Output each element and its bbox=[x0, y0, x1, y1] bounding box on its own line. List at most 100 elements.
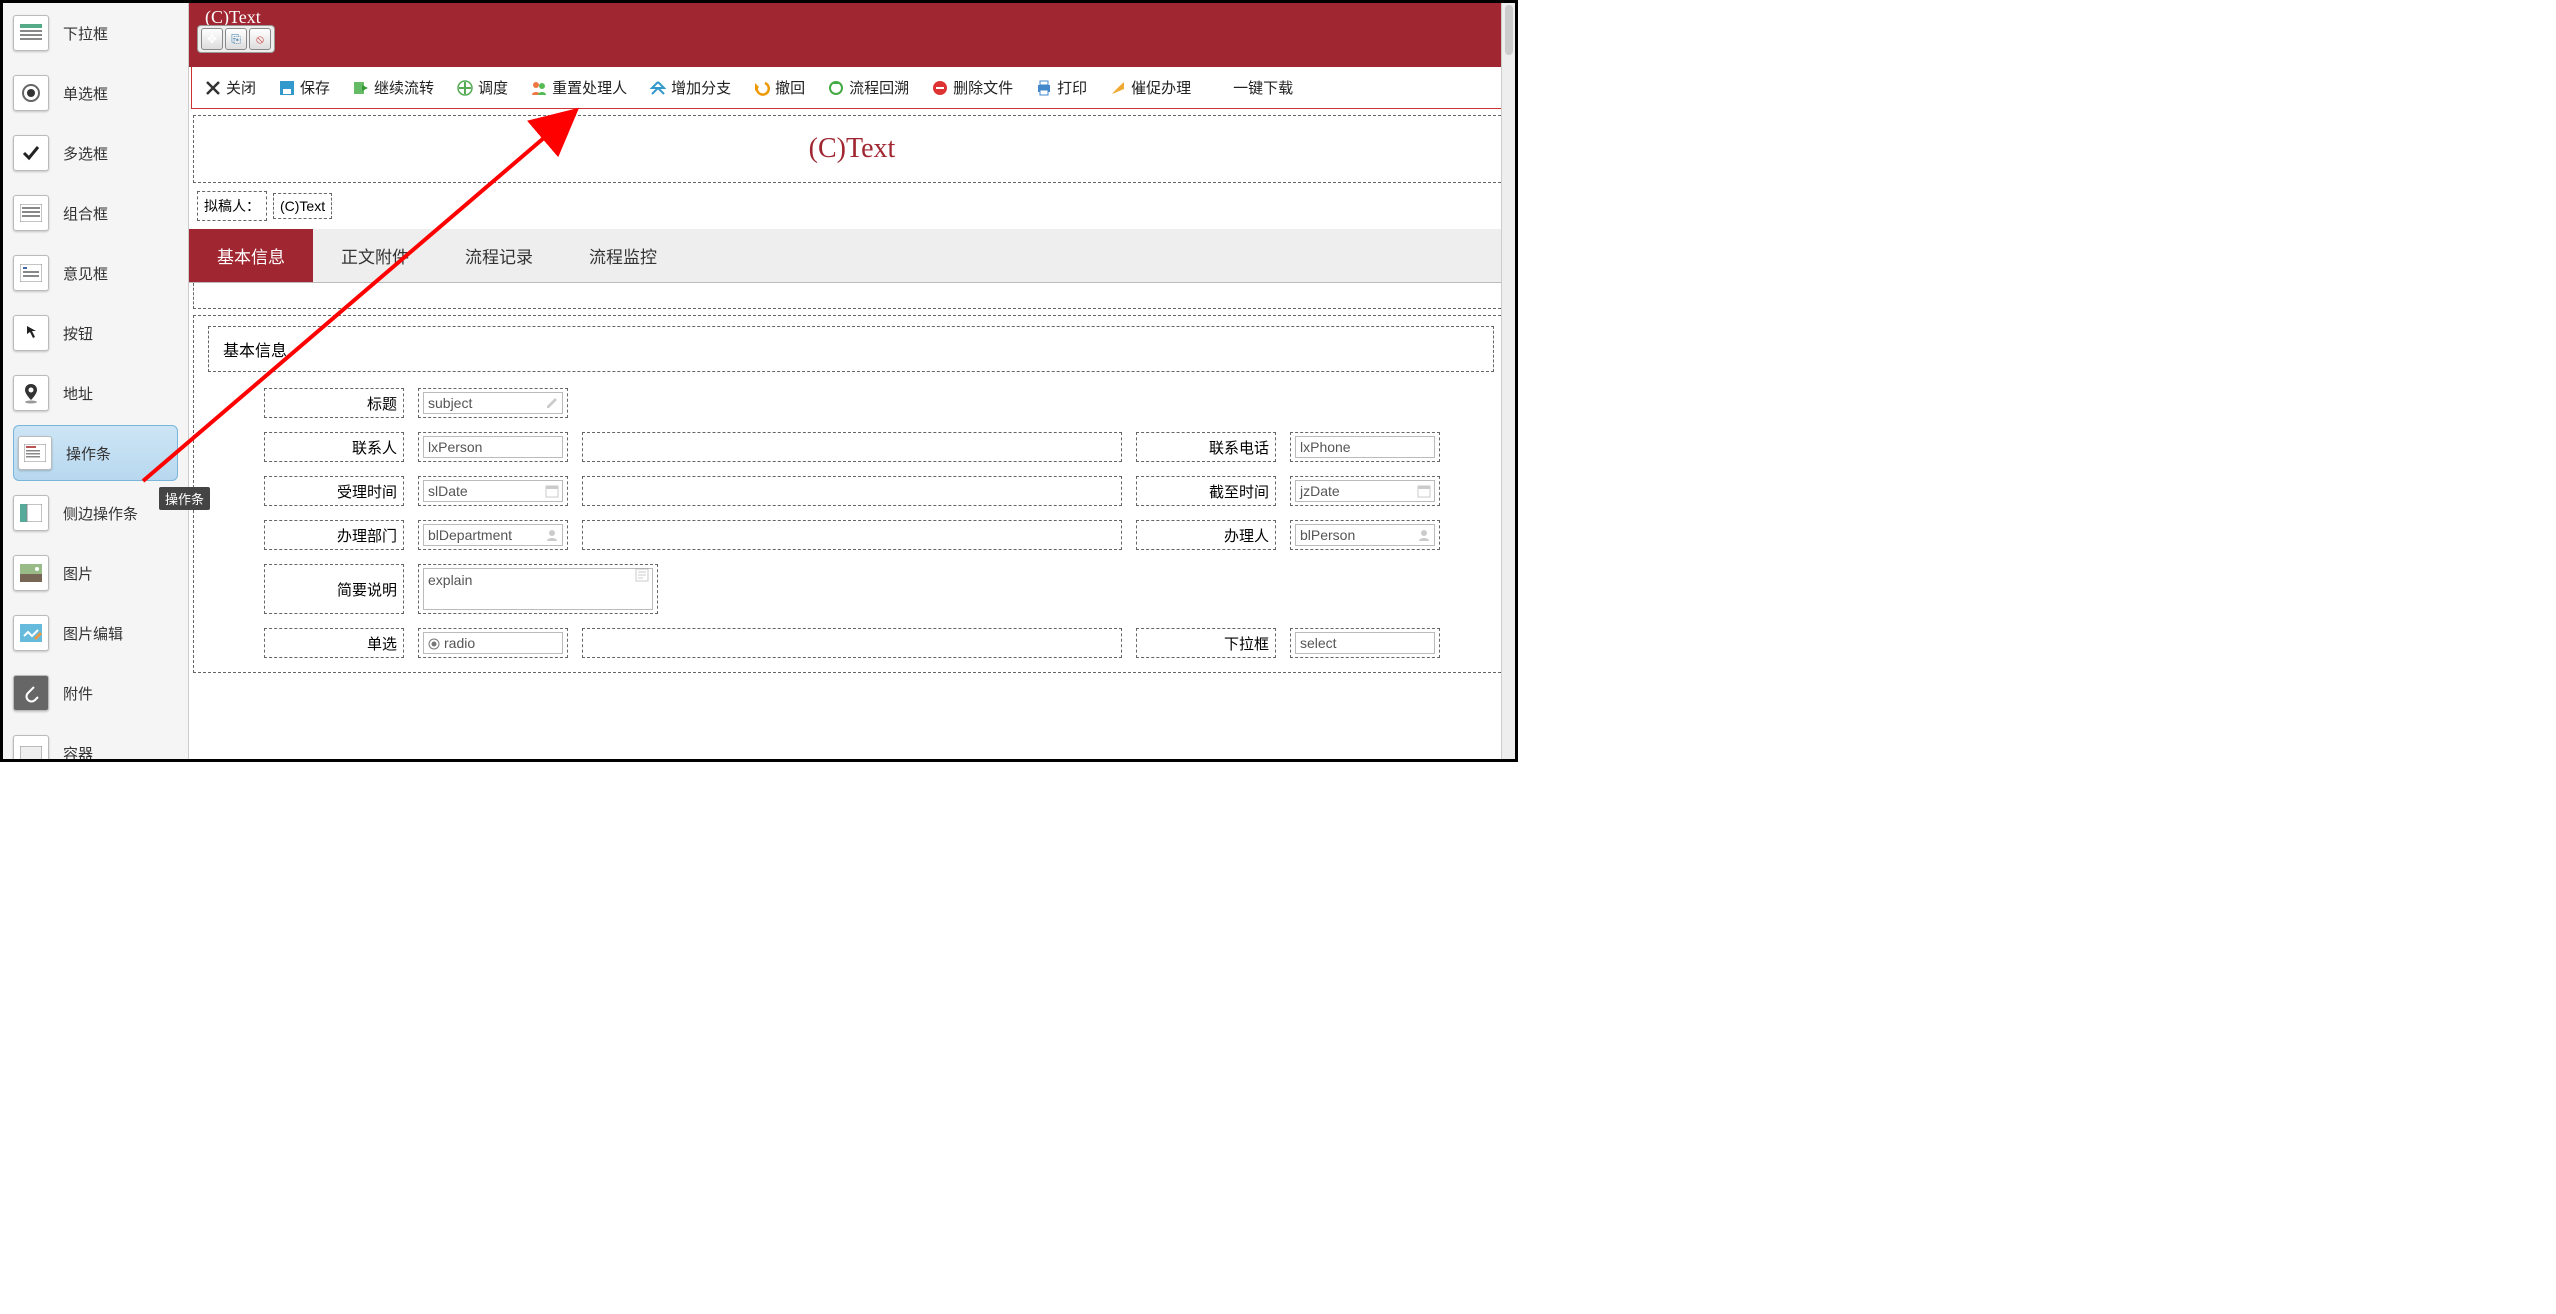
sidebar-item-dropdown[interactable]: 下拉框 bbox=[3, 3, 188, 63]
recall-icon bbox=[753, 79, 771, 97]
sidebar-label: 下拉框 bbox=[63, 23, 108, 44]
field-jzdate[interactable]: jzDate bbox=[1290, 476, 1440, 506]
author-value[interactable]: (C)Text bbox=[273, 193, 332, 219]
field-sldate[interactable]: slDate bbox=[418, 476, 568, 506]
author-row: 拟稿人： (C)Text bbox=[193, 187, 1511, 225]
field-subject[interactable]: subject bbox=[418, 388, 568, 418]
image-icon bbox=[13, 555, 49, 591]
component-palette-sidebar[interactable]: 下拉框 单选框 多选框 组合框 意见框 按钮 地址 操作条 bbox=[3, 3, 189, 759]
tab-basic-info[interactable]: 基本信息 bbox=[189, 229, 313, 282]
delete-file-button[interactable]: 删除文件 bbox=[931, 77, 1013, 98]
field-lxperson[interactable]: lxPerson bbox=[418, 432, 568, 462]
sidebar-label: 组合框 bbox=[63, 203, 108, 224]
container-icon bbox=[13, 735, 49, 759]
retrace-button[interactable]: 流程回溯 bbox=[827, 77, 909, 98]
reset-handler-icon bbox=[530, 79, 548, 97]
reset-handler-button[interactable]: 重置处理人 bbox=[530, 77, 627, 98]
calendar-icon bbox=[1417, 484, 1431, 498]
sidebar-label: 图片编辑 bbox=[63, 623, 123, 644]
sidebar-item-combo[interactable]: 组合框 bbox=[3, 183, 188, 243]
person-icon bbox=[545, 528, 559, 542]
sidebar-label: 图片 bbox=[63, 563, 93, 584]
sidebar-item-image[interactable]: 图片 bbox=[3, 543, 188, 603]
grid-spacer bbox=[582, 628, 1122, 658]
label-blperson: 办理人 bbox=[1136, 520, 1276, 550]
vertical-scrollbar[interactable] bbox=[1501, 3, 1515, 759]
label-lxphone: 联系电话 bbox=[1136, 432, 1276, 462]
checkbox-icon bbox=[13, 135, 49, 171]
delete-file-icon bbox=[931, 79, 949, 97]
calendar-icon bbox=[545, 484, 559, 498]
tabs: 基本信息 正文附件 流程记录 流程监控 bbox=[189, 229, 1515, 283]
address-icon bbox=[13, 375, 49, 411]
sidebar-label: 单选框 bbox=[63, 83, 108, 104]
save-icon bbox=[278, 79, 296, 97]
field-lxphone[interactable]: lxPhone bbox=[1290, 432, 1440, 462]
sidebar-label: 操作条 bbox=[66, 443, 111, 464]
title-text: (C)Text bbox=[809, 133, 896, 165]
close-icon bbox=[204, 79, 222, 97]
label-lxperson: 联系人 bbox=[264, 432, 404, 462]
label-select: 下拉框 bbox=[1136, 628, 1276, 658]
close-button[interactable]: 关闭 bbox=[204, 77, 256, 98]
action-toolbar: 关闭 保存 继续流转 调度 重置处理人 增加分支 撤回 流程回溯 删除文件 打印… bbox=[191, 67, 1513, 109]
element-mini-toolbar[interactable]: ✥ ⎘ ⦸ bbox=[197, 25, 275, 53]
dropdown-icon bbox=[13, 15, 49, 51]
tab-band-placeholder bbox=[193, 283, 1511, 309]
sidebar-item-opinion[interactable]: 意见框 bbox=[3, 243, 188, 303]
download-all-button[interactable]: 一键下载 bbox=[1233, 77, 1293, 98]
print-icon bbox=[1035, 79, 1053, 97]
field-blperson[interactable]: blPerson bbox=[1290, 520, 1440, 550]
sidebar-tooltip: 操作条 bbox=[159, 487, 210, 510]
button-icon bbox=[13, 315, 49, 351]
sidebar-item-container[interactable]: 容器 bbox=[3, 723, 188, 759]
attachment-icon bbox=[13, 675, 49, 711]
combo-icon bbox=[13, 195, 49, 231]
add-branch-button[interactable]: 增加分支 bbox=[649, 77, 731, 98]
title-placeholder[interactable]: (C)Text bbox=[193, 115, 1511, 183]
field-explain[interactable]: explain bbox=[418, 564, 658, 614]
sidebar-label: 意见框 bbox=[63, 263, 108, 284]
sidebar-item-checkbox[interactable]: 多选框 bbox=[3, 123, 188, 183]
radio-icon bbox=[13, 75, 49, 111]
label-subject: 标题 bbox=[264, 388, 404, 418]
print-button[interactable]: 打印 bbox=[1035, 77, 1087, 98]
textarea-icon bbox=[635, 568, 649, 582]
label-radio: 单选 bbox=[264, 628, 404, 658]
main-canvas: (C)Text ✥ ⎘ ⦸ 关闭 保存 继续流转 调度 重置处理人 增加分支 撤… bbox=[189, 3, 1515, 759]
copy-icon[interactable]: ⎘ bbox=[225, 28, 247, 50]
author-label: 拟稿人： bbox=[197, 191, 267, 221]
urge-icon bbox=[1109, 79, 1127, 97]
sidebar-item-image-edit[interactable]: 图片编辑 bbox=[3, 603, 188, 663]
field-radio[interactable]: radio bbox=[418, 628, 568, 658]
sidebar-item-address[interactable]: 地址 bbox=[3, 363, 188, 423]
red-header-bar: (C)Text ✥ ⎘ ⦸ bbox=[189, 3, 1515, 67]
tab-flow-monitor[interactable]: 流程监控 bbox=[561, 229, 685, 282]
grid-spacer bbox=[582, 432, 1122, 462]
delete-icon[interactable]: ⦸ bbox=[249, 28, 271, 50]
fieldset-basic-info: 基本信息 标题 subject 联系人 lxPerson 联系电话 lxPho bbox=[193, 315, 1511, 673]
move-icon[interactable]: ✥ bbox=[201, 28, 223, 50]
continue-button[interactable]: 继续流转 bbox=[352, 77, 434, 98]
label-jzdate: 截至时间 bbox=[1136, 476, 1276, 506]
dispatch-button[interactable]: 调度 bbox=[456, 77, 508, 98]
sidebar-label: 容器 bbox=[63, 743, 93, 760]
opinion-icon bbox=[13, 255, 49, 291]
field-bldept[interactable]: blDepartment bbox=[418, 520, 568, 550]
sidebar-item-attachment[interactable]: 附件 bbox=[3, 663, 188, 723]
sidebar-label: 地址 bbox=[63, 383, 93, 404]
tab-body-attach[interactable]: 正文附件 bbox=[313, 229, 437, 282]
tab-flow-record[interactable]: 流程记录 bbox=[437, 229, 561, 282]
recall-button[interactable]: 撤回 bbox=[753, 77, 805, 98]
urge-button[interactable]: 催促办理 bbox=[1109, 77, 1191, 98]
label-sldate: 受理时间 bbox=[264, 476, 404, 506]
sidebar-item-actionbar[interactable]: 操作条 bbox=[13, 425, 178, 481]
sidebar-item-button[interactable]: 按钮 bbox=[3, 303, 188, 363]
label-bldept: 办理部门 bbox=[264, 520, 404, 550]
sidebar-item-radio[interactable]: 单选框 bbox=[3, 63, 188, 123]
grid-spacer bbox=[582, 476, 1122, 506]
sidebar-label: 多选框 bbox=[63, 143, 108, 164]
field-select[interactable]: select bbox=[1290, 628, 1440, 658]
save-button[interactable]: 保存 bbox=[278, 77, 330, 98]
form-grid: 标题 subject 联系人 lxPerson 联系电话 lxPhone 受 bbox=[194, 382, 1510, 658]
